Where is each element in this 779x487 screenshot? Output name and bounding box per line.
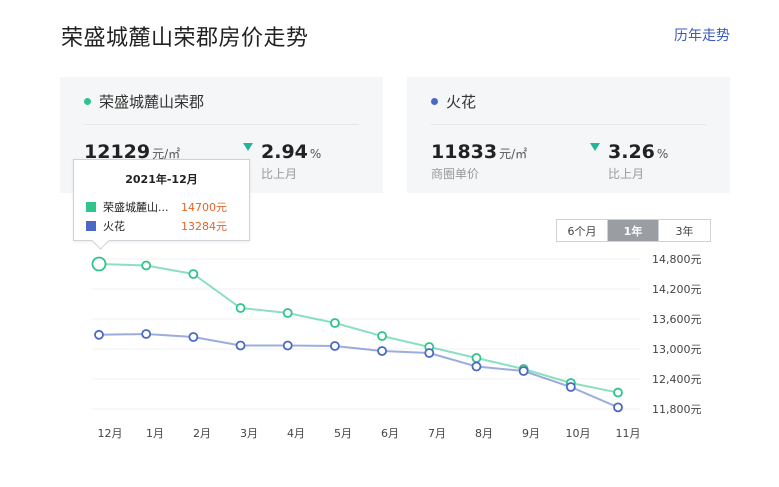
x-tick-label: 1月	[146, 427, 164, 440]
x-tick-label: 9月	[522, 427, 540, 440]
y-tick-label: 12,400元	[652, 373, 702, 386]
data-point	[94, 329, 104, 340]
legend-swatch-icon	[86, 202, 96, 212]
data-point	[235, 340, 246, 351]
data-point	[330, 318, 340, 328]
x-tick-label: 3月	[240, 427, 258, 440]
x-tick-label: 10月	[566, 427, 591, 440]
data-point	[377, 346, 387, 356]
data-point	[282, 308, 293, 318]
x-tick-label: 11月	[616, 427, 641, 440]
tooltip-series-name: 火花	[103, 220, 125, 233]
x-tick-label: 12月	[98, 427, 123, 440]
data-point	[424, 348, 435, 358]
price-trend-chart: 14,800元 14,200元 13,600元 13,000元 12,400元 11,80…	[91, 253, 702, 440]
data-point	[282, 340, 293, 351]
y-tick-label: 11,800元	[652, 403, 702, 416]
tooltip-title: 2021年-12月	[125, 173, 198, 186]
data-point	[141, 329, 152, 339]
range-3-years-button[interactable]: 3年	[659, 220, 710, 241]
x-tick-label: 5月	[334, 427, 352, 440]
data-point	[91, 256, 107, 272]
legend-swatch-icon	[86, 221, 96, 231]
y-tick-label: 14,200元	[652, 283, 702, 296]
tooltip-series-name: 荣盛城麓山...	[103, 201, 169, 214]
data-point	[613, 402, 623, 413]
tooltip-series-value: 14700元	[181, 201, 227, 214]
data-point	[235, 303, 246, 313]
series-line	[98, 263, 619, 394]
x-tick-label: 8月	[475, 427, 493, 440]
chart-tooltip: 2021年-12月 荣盛城麓山... 14700元 火花 13284元	[73, 159, 250, 241]
x-tick-label: 6月	[381, 427, 399, 440]
tooltip-row: 荣盛城麓山... 14700元	[86, 199, 227, 215]
x-tick-label: 4月	[287, 427, 305, 440]
data-point	[613, 387, 623, 398]
range-6-months-button[interactable]: 6个月	[557, 220, 608, 241]
data-point	[141, 260, 152, 271]
data-point	[565, 382, 576, 392]
tooltip-series-value: 13284元	[181, 220, 227, 233]
x-tick-label: 2月	[193, 427, 211, 440]
series-line	[98, 332, 619, 409]
data-point	[188, 332, 199, 342]
range-selector: 6个月 1年 3年	[556, 219, 711, 242]
x-tick-label: 7月	[428, 427, 446, 440]
data-point	[330, 341, 340, 351]
tooltip-row: 火花 13284元	[86, 218, 227, 234]
y-tick-label: 13,000元	[652, 343, 702, 356]
data-point	[471, 353, 482, 363]
data-point	[188, 269, 199, 279]
y-tick-label: 13,600元	[652, 313, 702, 326]
data-point	[377, 331, 387, 341]
range-1-year-button[interactable]: 1年	[608, 220, 659, 241]
data-point	[471, 361, 482, 372]
y-tick-label: 14,800元	[652, 253, 702, 266]
data-point	[518, 366, 529, 376]
